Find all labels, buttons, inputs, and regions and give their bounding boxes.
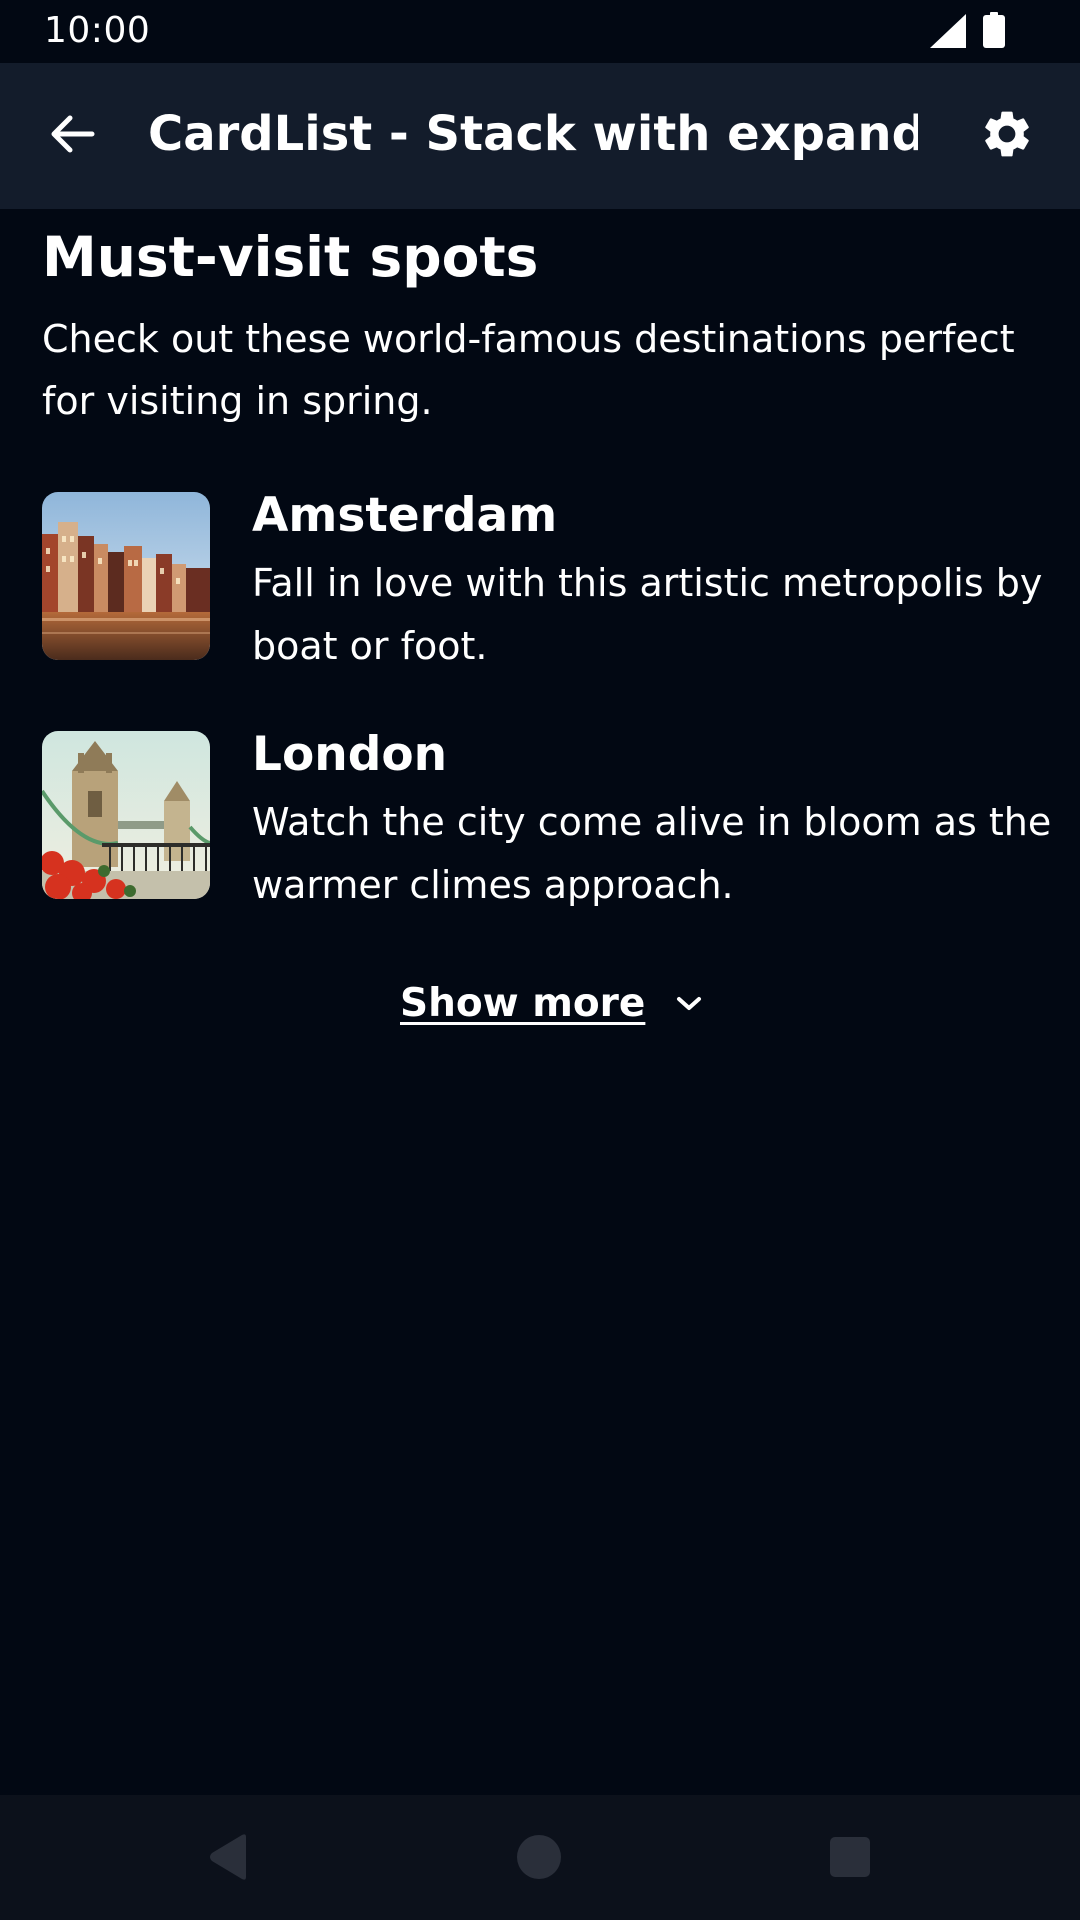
signal-icon — [930, 14, 966, 52]
item-title: Amsterdam — [252, 488, 558, 543]
chevron-down-icon — [673, 993, 705, 1015]
battery-icon — [983, 12, 1005, 52]
navigation-bar — [0, 1795, 1080, 1920]
section-title: Must-visit spots — [42, 225, 539, 289]
screen: 10:00 CardList - Stack with expand a... — [0, 0, 1080, 1920]
london-image — [42, 731, 210, 899]
status-time: 10:00 — [44, 10, 151, 51]
gear-icon — [979, 106, 1035, 166]
item-description: Watch the city come alive in bloom as th… — [252, 800, 1052, 907]
back-button[interactable] — [24, 95, 120, 177]
app-bar: CardList - Stack with expand a... — [0, 63, 1080, 209]
app-title: CardList - Stack with expand a... — [148, 106, 918, 162]
square-recents-icon[interactable] — [830, 1837, 870, 1881]
show-more-label: Show more — [400, 981, 646, 1026]
section-description: Check out these world-famous destination… — [42, 317, 1015, 423]
settings-button[interactable] — [960, 93, 1054, 179]
amsterdam-image — [42, 492, 210, 660]
circle-home-icon[interactable] — [516, 1834, 562, 1884]
status-bar: 10:00 — [0, 0, 1080, 63]
arrow-back-icon — [48, 110, 96, 162]
item-description: Fall in love with this artistic metropol… — [252, 561, 1043, 668]
triangle-back-icon[interactable] — [206, 1833, 250, 1885]
show-more-button[interactable]: Show more — [400, 978, 705, 1030]
item-title: London — [252, 727, 448, 782]
